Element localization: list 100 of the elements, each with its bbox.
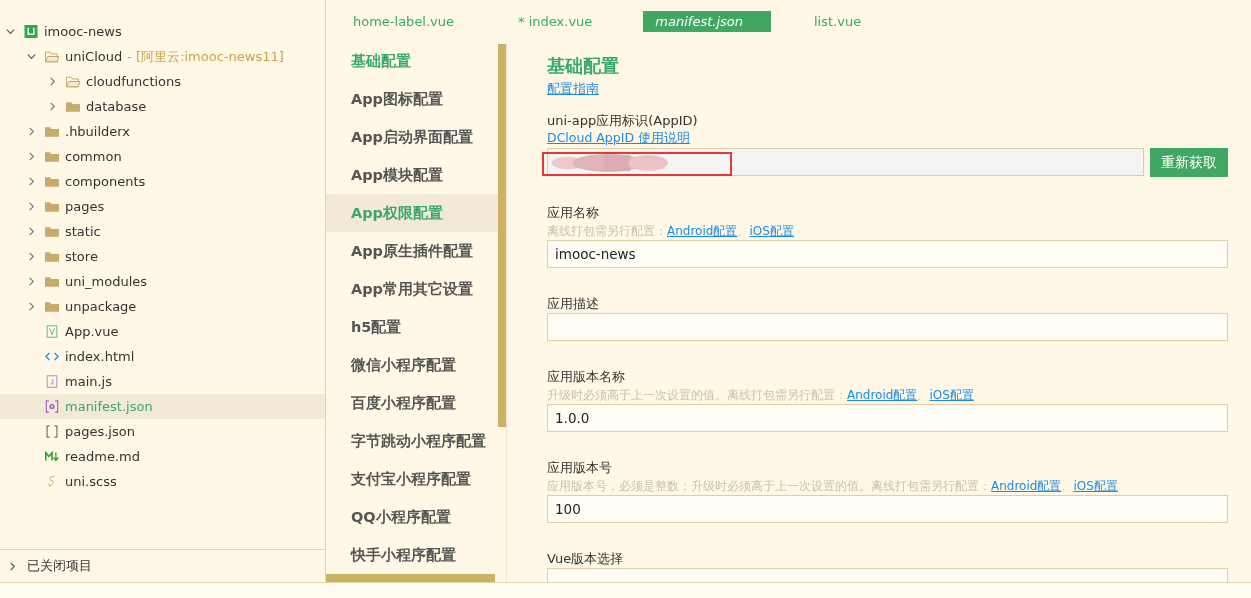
chevron-icon — [27, 177, 36, 186]
chevron-icon — [8, 561, 17, 571]
item-label: unpackage — [65, 299, 137, 314]
tree-item[interactable]: uniCloud - [阿里云:imooc-news11] — [0, 44, 325, 69]
tree-item[interactable]: pages — [0, 194, 325, 219]
chevron-icon — [48, 102, 57, 111]
field-label: uni-app应用标识(AppID) — [547, 112, 698, 130]
settings-nav-item[interactable]: App常用其它设置 — [326, 270, 498, 308]
settings-nav-item[interactable]: App启动界面配置 — [326, 118, 498, 156]
item-label: index.html — [65, 349, 135, 364]
tree-item[interactable]: static — [0, 219, 325, 244]
settings-nav-item[interactable]: App模块配置 — [326, 156, 498, 194]
text-field[interactable] — [547, 313, 1228, 341]
settings-nav-item[interactable]: 百度小程序配置 — [326, 384, 498, 422]
settings-nav-item[interactable]: 快手小程序配置 — [326, 536, 498, 574]
brackets-icon — [45, 425, 59, 438]
item-label: store — [65, 249, 98, 264]
tree-item[interactable]: uni.scss — [0, 469, 325, 494]
item-label: common — [65, 149, 122, 164]
settings-icon — [45, 400, 59, 413]
settings-nav-item[interactable]: 微信小程序配置 — [326, 346, 498, 384]
item-label: readme.md — [65, 449, 140, 464]
folder-icon — [45, 150, 59, 163]
settings-nav-item[interactable]: 支付宝小程序配置 — [326, 460, 498, 498]
markdown-icon — [45, 450, 59, 463]
scrollbar-thumb[interactable] — [326, 574, 495, 582]
tree-item[interactable]: index.html — [0, 344, 325, 369]
tree-item[interactable]: common — [0, 144, 325, 169]
item-label: manifest.json — [65, 399, 153, 414]
settings-nav-item[interactable]: 字节跳动小程序配置 — [326, 422, 498, 460]
file-icon — [45, 325, 59, 338]
tree-item[interactable]: database — [0, 94, 325, 119]
item-label: static — [65, 224, 101, 239]
tree-item[interactable]: cloudfunctions — [0, 69, 325, 94]
tree-item[interactable]: uni_modules — [0, 269, 325, 294]
folder-icon — [45, 175, 59, 188]
item-label: uniCloud — [65, 49, 123, 64]
closed-projects-header[interactable]: 已关闭项目 — [0, 549, 325, 582]
tree-item[interactable]: pages.json — [0, 419, 325, 444]
folder-icon — [45, 275, 59, 288]
config-link[interactable]: iOS配置 — [749, 223, 794, 239]
tree-item[interactable]: readme.md — [0, 444, 325, 469]
scrollbar-thumb[interactable] — [498, 44, 506, 427]
chevron-icon — [6, 27, 15, 36]
item-label: cloudfunctions — [86, 74, 182, 89]
settings-nav-item[interactable]: h5配置 — [326, 308, 498, 346]
guide-link[interactable]: 配置指南 — [547, 81, 599, 97]
field-label: 应用名称 — [547, 204, 599, 222]
folder-icon — [45, 250, 59, 263]
chevron-icon — [27, 227, 36, 236]
folder-icon — [45, 225, 59, 238]
config-link[interactable]: Android配置 — [847, 387, 918, 403]
config-link[interactable]: iOS配置 — [929, 387, 974, 403]
item-label: pages — [65, 199, 105, 214]
item-label: database — [86, 99, 147, 114]
open-folder-icon — [66, 75, 80, 88]
chevron-icon — [27, 252, 36, 261]
item-label: main.js — [65, 374, 112, 389]
chevron-icon — [27, 277, 36, 286]
item-label: App.vue — [65, 324, 119, 339]
tree-item[interactable]: main.js — [0, 369, 325, 394]
chevron-icon — [27, 302, 36, 311]
chevron-icon — [27, 152, 36, 161]
folder-icon — [45, 200, 59, 213]
chevron-icon — [27, 127, 36, 136]
file-icon — [45, 375, 59, 388]
item-label: uni_modules — [65, 274, 148, 289]
text-field[interactable]: 1.0.0 — [547, 404, 1228, 432]
item-label: uni.scss — [65, 474, 117, 489]
chevron-icon — [27, 52, 36, 61]
open-folder-icon — [45, 50, 59, 63]
settings-nav-item[interactable]: App图标配置 — [326, 80, 498, 118]
project-icon — [24, 25, 38, 38]
chevron-icon — [48, 77, 57, 86]
tree-item[interactable]: App.vue — [0, 319, 325, 344]
item-label: pages.json — [65, 424, 135, 439]
folder-icon — [66, 100, 80, 113]
folder-icon — [45, 125, 59, 138]
config-link[interactable]: iOS配置 — [1073, 478, 1118, 494]
tree-item[interactable]: components — [0, 169, 325, 194]
tree-item[interactable]: .hbuilderx — [0, 119, 325, 144]
config-link[interactable]: Android配置 — [991, 478, 1062, 494]
tree-item[interactable]: store — [0, 244, 325, 269]
settings-nav-item[interactable]: App原生插件配置 — [326, 232, 498, 270]
field-label: 应用版本号 — [547, 459, 612, 477]
config-link[interactable]: Android配置 — [667, 223, 738, 239]
tree-item[interactable]: unpackage — [0, 294, 325, 319]
settings-nav-item[interactable]: QQ小程序配置 — [326, 498, 498, 536]
help-link[interactable]: DCloud AppID 使用说明 — [547, 130, 690, 146]
text-field[interactable]: 100 — [547, 495, 1228, 523]
field-label: Vue版本选择 — [547, 550, 624, 568]
item-label: .hbuilderx — [65, 124, 131, 139]
chevron-icon — [27, 202, 36, 211]
cloud-note: - [阿里云:imooc-news11] — [127, 47, 284, 66]
folder-icon — [45, 300, 59, 313]
section-title: 基础配置 — [547, 54, 620, 78]
text-field[interactable]: imooc-news — [547, 240, 1228, 268]
tree-item[interactable]: imooc-news — [0, 19, 325, 44]
item-label: components — [65, 174, 146, 189]
field-label: 应用描述 — [547, 295, 599, 313]
